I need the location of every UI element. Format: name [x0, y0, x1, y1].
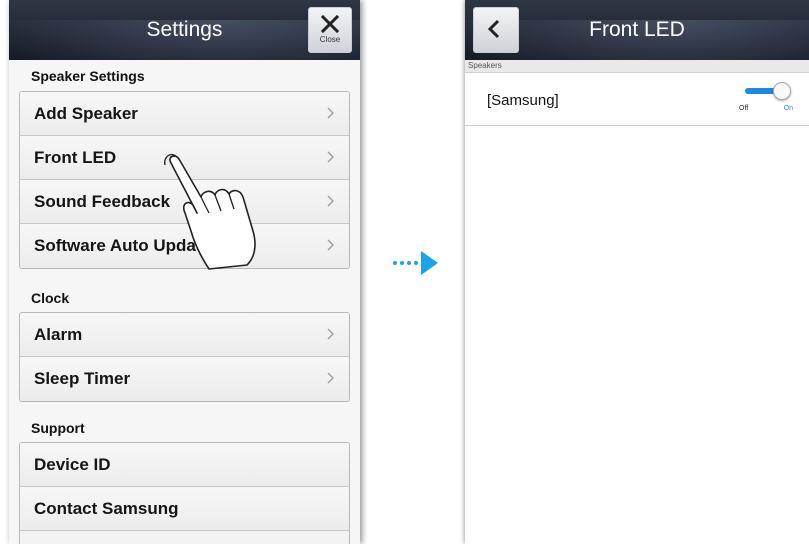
- toggle-on-label: On: [783, 105, 793, 112]
- chevron-right-icon: [327, 151, 334, 163]
- settings-item-label: Alarm: [34, 325, 83, 344]
- clock-group: Alarm Sleep Timer: [19, 312, 350, 402]
- close-icon: [320, 14, 340, 34]
- section-label-speakers: Speakers: [468, 61, 502, 70]
- settings-item-add-speaker[interactable]: Add Speaker: [20, 92, 349, 136]
- settings-item-label: Add Speaker: [34, 104, 138, 123]
- settings-item-label: Sleep Timer: [34, 369, 131, 388]
- settings-item-label: Front LED: [34, 148, 117, 167]
- settings-item-contact-samsung[interactable]: Contact Samsung: [20, 487, 349, 531]
- speakers-section-header: Speakers: [465, 60, 809, 73]
- toggle-off-label: Off: [739, 105, 749, 112]
- close-button[interactable]: Close: [308, 7, 352, 53]
- settings-header: Settings Close: [9, 0, 360, 60]
- toggle-knob[interactable]: [773, 82, 791, 100]
- tap-hand-icon: [164, 153, 256, 270]
- section-label-clock: Clock: [31, 290, 70, 306]
- close-label: Close: [319, 35, 341, 44]
- support-group: Device ID Contact Samsung: [19, 442, 350, 544]
- settings-item-label: Sound Feedback: [34, 192, 171, 211]
- settings-item-alarm[interactable]: Alarm: [20, 313, 349, 357]
- page-title: Front LED: [589, 18, 685, 41]
- transition-arrow-icon: [393, 251, 438, 275]
- front-led-screen: Front LED Speakers [Samsung] Off On: [465, 0, 809, 544]
- chevron-right-icon: [327, 372, 334, 384]
- chevron-right-icon: [327, 107, 334, 119]
- front-led-header: Front LED: [465, 0, 809, 60]
- chevron-right-icon: [327, 328, 334, 340]
- speaker-name: [Samsung]: [487, 92, 559, 109]
- speaker-row-samsung: [Samsung] Off On: [465, 73, 809, 126]
- settings-screen: Settings Close Speaker Settings Add Spea…: [9, 0, 360, 544]
- settings-item-sleep-timer[interactable]: Sleep Timer: [20, 357, 349, 401]
- settings-item-label: Contact Samsung: [34, 499, 179, 518]
- settings-item-label: Device ID: [34, 455, 111, 474]
- section-label-speaker-settings: Speaker Settings: [31, 68, 145, 84]
- settings-item-device-id[interactable]: Device ID: [20, 443, 349, 487]
- chevron-right-icon: [327, 195, 334, 207]
- chevron-right-icon: [327, 239, 334, 251]
- front-led-toggle[interactable]: Off On: [739, 81, 793, 117]
- section-label-support: Support: [31, 420, 85, 436]
